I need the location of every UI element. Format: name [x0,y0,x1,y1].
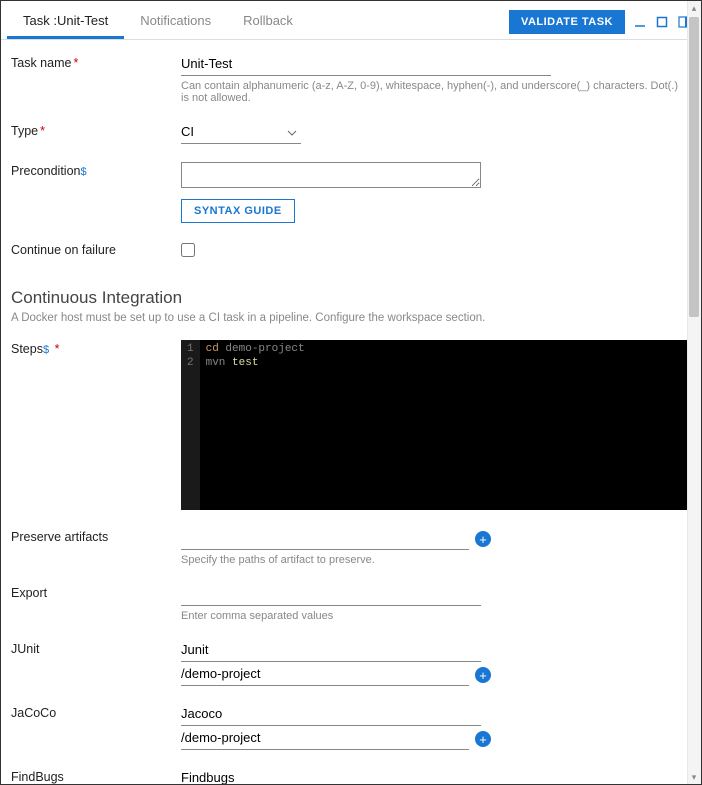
task-name-helper: Can contain alphanumeric (a-z, A-Z, 0-9)… [181,80,687,104]
junit-label: JUnit [11,640,181,656]
steps-code-editor[interactable]: 1 2 cd demo-project mvn test [181,340,687,510]
tab-task-name: Unit-Test [57,13,108,28]
add-artifact-button[interactable]: + [475,531,491,547]
syntax-guide-button[interactable]: SYNTAX GUIDE [181,199,295,223]
tab-notifications[interactable]: Notifications [124,5,227,39]
tab-bar: Task :Unit-Test Notifications Rollback V… [1,1,697,40]
maximize-icon[interactable] [655,15,669,29]
validate-task-button[interactable]: VALIDATE TASK [509,10,625,34]
add-jacoco-button[interactable]: + [475,731,491,747]
type-label: Type* [11,122,181,138]
export-input[interactable] [181,584,481,606]
preserve-artifacts-helper: Specify the paths of artifact to preserv… [181,554,687,566]
findbugs-label: FindBugs [11,768,181,784]
jacoco-name-input[interactable] [181,704,481,726]
junit-path-input[interactable] [181,664,469,686]
continue-on-failure-checkbox[interactable] [181,243,195,257]
tab-task[interactable]: Task :Unit-Test [7,5,124,39]
findbugs-name-input[interactable] [181,768,481,784]
jacoco-path-input[interactable] [181,728,469,750]
precondition-input[interactable] [181,162,481,188]
preserve-artifacts-label: Preserve artifacts [11,528,181,544]
continue-on-failure-label: Continue on failure [11,241,181,257]
task-name-label: Task name* [11,54,181,70]
scrollbar[interactable]: ▴ ▾ [687,1,701,784]
ci-section-title: Continuous Integration [11,288,687,308]
type-select[interactable]: CI [181,122,301,144]
junit-name-input[interactable] [181,640,481,662]
scrollbar-thumb[interactable] [689,17,699,317]
tab-rollback[interactable]: Rollback [227,5,309,39]
jacoco-label: JaCoCo [11,704,181,720]
export-placeholder: Enter comma separated values [181,610,687,622]
ci-section-desc: A Docker host must be set up to use a CI… [11,312,687,324]
export-label: Export [11,584,181,600]
minimize-icon[interactable] [633,15,647,29]
add-junit-button[interactable]: + [475,667,491,683]
code-gutter: 1 2 [181,340,200,510]
precondition-label: Precondition$ [11,162,181,178]
preserve-artifacts-input[interactable] [181,528,469,550]
task-name-input[interactable] [181,54,551,76]
code-body[interactable]: cd demo-project mvn test [200,340,687,510]
tab-task-prefix: Task : [23,13,57,28]
scroll-down-arrow[interactable]: ▾ [689,770,699,784]
steps-label: Steps$ * [11,340,181,356]
scroll-up-arrow[interactable]: ▴ [689,1,699,15]
